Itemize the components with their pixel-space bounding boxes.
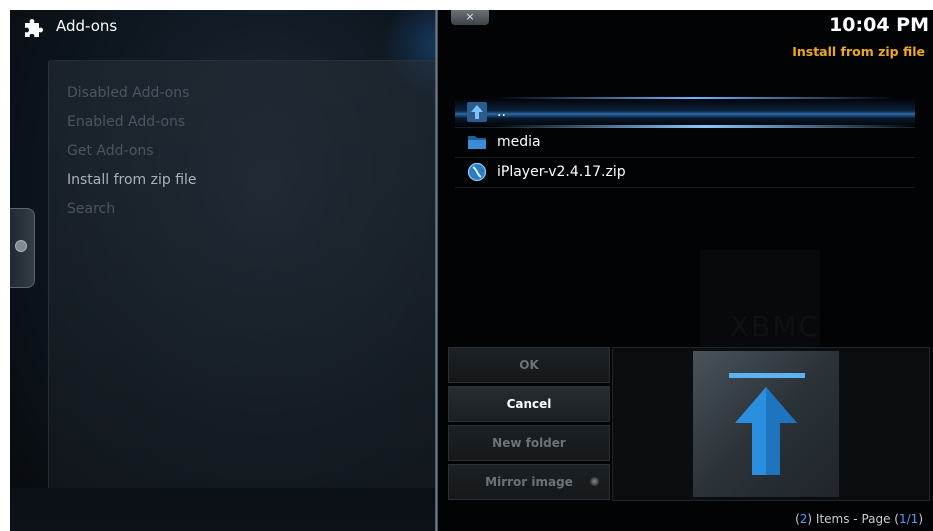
new-folder-button[interactable]: New folder	[448, 425, 610, 461]
items-page-status: (2) Items - Page (1/1)	[795, 512, 923, 526]
file-label-media: media	[497, 134, 541, 150]
mirror-image-label: Mirror image	[485, 475, 573, 489]
radio-indicator-icon	[590, 477, 599, 486]
file-row-parent[interactable]: ..	[455, 97, 915, 128]
file-row-zip[interactable]: iPlayer-v2.4.17.zip	[455, 158, 915, 188]
side-tab-bullet-icon	[15, 240, 27, 252]
mirror-image-toggle[interactable]: Mirror image	[448, 464, 610, 500]
page-indicator: 1/1	[899, 512, 919, 526]
menu-item-get-addons[interactable]: Get Add-ons	[67, 143, 154, 159]
addons-panel: Add-ons Disabled Add-ons Enabled Add-ons…	[10, 10, 500, 531]
menu-item-disabled-addons[interactable]: Disabled Add-ons	[67, 85, 189, 101]
panel-floor	[10, 488, 435, 531]
items-text: ) Items - Page (	[807, 512, 899, 526]
thumbnail-preview	[612, 347, 930, 501]
side-menu-tab[interactable]	[10, 208, 35, 288]
xbmc-watermark: XBMC	[730, 310, 821, 343]
file-row-media[interactable]: media	[455, 128, 915, 158]
up-arrow-icon	[467, 102, 487, 122]
file-browser-dialog: XBMC × 10:04 PM Install from zip file ..…	[438, 10, 933, 531]
file-label-parent: ..	[497, 104, 506, 120]
selection-glow-top	[495, 97, 895, 99]
close-button[interactable]: ×	[451, 10, 489, 25]
menu-item-enabled-addons[interactable]: Enabled Add-ons	[67, 114, 185, 130]
cancel-button[interactable]: Cancel	[448, 386, 610, 422]
zip-file-icon	[467, 162, 487, 182]
file-label-zip: iPlayer-v2.4.17.zip	[497, 164, 626, 180]
dialog-title: Install from zip file	[792, 44, 925, 59]
kodi-screen: Add-ons Disabled Add-ons Enabled Add-ons…	[10, 10, 933, 531]
puzzle-piece-icon	[25, 19, 43, 37]
large-up-arrow-icon	[729, 373, 805, 475]
footer-close-paren: )	[918, 512, 923, 526]
menu-item-install-from-zip[interactable]: Install from zip file	[67, 172, 197, 188]
clock: 10:04 PM	[829, 14, 929, 36]
folder-icon	[468, 136, 486, 149]
menu-item-search[interactable]: Search	[67, 201, 115, 217]
section-title: Add-ons	[56, 17, 118, 35]
addons-menu: Disabled Add-ons Enabled Add-ons Get Add…	[48, 60, 436, 490]
ok-button[interactable]: OK	[448, 347, 610, 383]
preview-image	[693, 351, 839, 497]
